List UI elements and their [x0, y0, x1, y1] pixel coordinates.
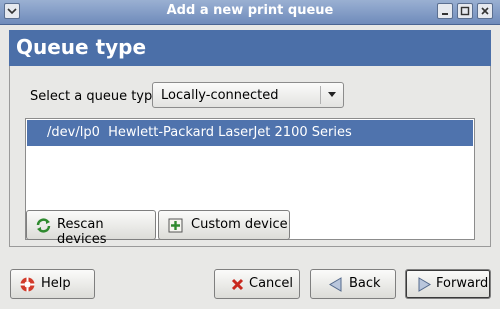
- help-label: Help: [41, 276, 71, 291]
- close-button[interactable]: [477, 3, 493, 19]
- forward-label: Forward: [436, 276, 489, 291]
- rescan-devices-button[interactable]: Rescan devices: [26, 210, 156, 247]
- forward-arrow-icon: [418, 277, 431, 292]
- forward-button[interactable]: Forward: [405, 269, 491, 299]
- close-icon: [481, 7, 489, 15]
- minimize-button[interactable]: [437, 3, 453, 19]
- combo-separator: [320, 86, 321, 104]
- device-port: /dev/lp0: [47, 125, 100, 140]
- custom-device-label: Custom device: [191, 217, 288, 232]
- back-button[interactable]: Back: [310, 269, 396, 299]
- help-button[interactable]: Help: [10, 269, 95, 299]
- device-entry: /dev/lp0 Hewlett-Packard LaserJet 2100 S…: [47, 125, 352, 140]
- cancel-icon: [231, 278, 244, 291]
- rescan-devices-label: Rescan devices: [57, 217, 107, 247]
- add-device-icon: [168, 218, 183, 233]
- queue-type-selected-value: Locally-connected: [161, 88, 279, 103]
- queue-type-label: Select a queue type:: [30, 89, 165, 104]
- cancel-label: Cancel: [249, 276, 294, 291]
- device-name: Hewlett-Packard LaserJet 2100 Series: [108, 125, 352, 140]
- page-banner: Queue type: [9, 30, 491, 66]
- back-label: Back: [349, 276, 381, 291]
- custom-device-button[interactable]: Custom device: [158, 210, 290, 240]
- dropdown-arrow-icon: [328, 92, 336, 97]
- queue-type-select[interactable]: Locally-connected: [152, 82, 344, 108]
- page-title: Queue type: [16, 35, 147, 59]
- refresh-icon: [36, 218, 51, 233]
- lifebuoy-icon: [20, 277, 35, 292]
- maximize-button[interactable]: [457, 3, 473, 19]
- back-arrow-icon: [329, 277, 342, 292]
- cancel-button[interactable]: Cancel: [214, 269, 300, 299]
- maximize-icon: [460, 6, 470, 16]
- minimize-icon: [442, 13, 448, 15]
- window-title: Add a new print queue: [166, 3, 334, 18]
- device-list-row[interactable]: /dev/lp0 Hewlett-Packard LaserJet 2100 S…: [27, 120, 473, 146]
- title-bar: Add a new print queue: [0, 0, 500, 25]
